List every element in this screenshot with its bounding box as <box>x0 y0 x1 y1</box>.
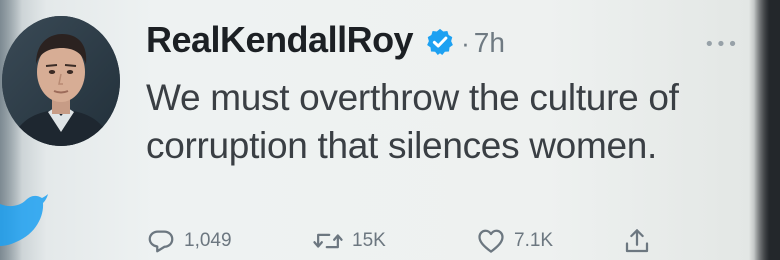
twitter-bird-icon <box>0 194 48 246</box>
verified-badge-icon <box>427 28 453 55</box>
reply-button[interactable]: 1,049 <box>146 222 232 260</box>
like-button[interactable]: 7.1K <box>476 222 553 260</box>
tweet-text: We must overthrow the culture of corrupt… <box>146 74 746 170</box>
tweet-screen: RealKendallRoy · 7h ••• We must overthro… <box>0 0 780 260</box>
tweet-text-line-1: We must overthrow the culture of <box>146 77 679 118</box>
share-button[interactable] <box>622 222 652 260</box>
tweet-text-line-2: corruption that silences women. <box>146 125 658 166</box>
avatar[interactable] <box>2 16 120 146</box>
share-icon <box>625 229 649 253</box>
tweet-header: RealKendallRoy · 7h <box>146 14 505 66</box>
screen-bezel-right <box>754 0 780 260</box>
tweet-timestamp[interactable]: 7h <box>474 27 505 59</box>
header-separator: · <box>461 27 470 58</box>
profile-photo-icon <box>2 16 120 146</box>
heart-icon <box>478 229 504 253</box>
like-count: 7.1K <box>514 230 554 251</box>
reply-count: 1,049 <box>184 230 232 251</box>
tweet-action-bar: 1,049 15K 7.1K <box>146 222 686 260</box>
reply-bubble-icon <box>148 230 174 253</box>
more-options-icon[interactable]: ••• <box>704 34 739 55</box>
retweet-button[interactable]: 15K <box>312 222 386 260</box>
retweet-icon <box>313 233 343 249</box>
user-handle[interactable]: RealKendallRoy <box>146 19 414 61</box>
retweet-count: 15K <box>352 230 386 251</box>
